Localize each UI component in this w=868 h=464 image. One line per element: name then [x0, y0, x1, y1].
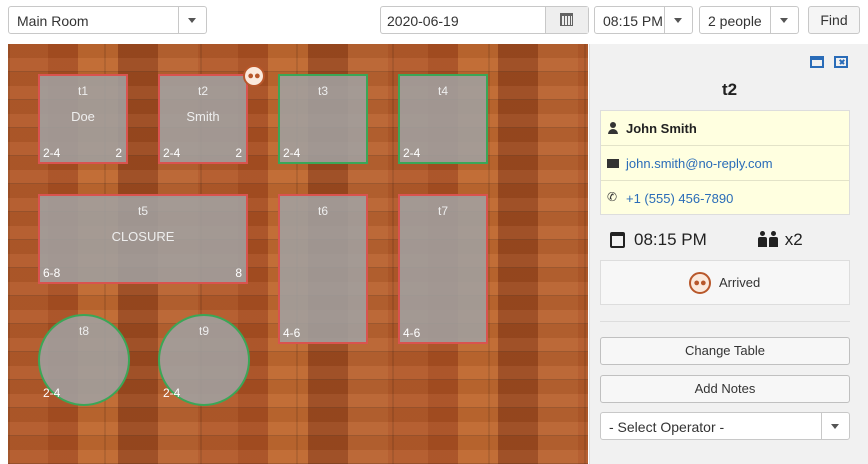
guest-name-row: John Smith [601, 111, 849, 146]
table-capacity: 4-6 [403, 326, 421, 340]
divider [600, 321, 850, 322]
table-guest: CLOSURE [111, 229, 175, 244]
guest-info: John Smith john.smith@no-reply.com ✆ +1 … [600, 110, 850, 215]
table-capacity: 2-4 [43, 146, 61, 160]
table-t9[interactable]: t9 2-4 [158, 314, 250, 406]
reservation-party: x2 [758, 230, 803, 250]
room-select[interactable]: Main Room [8, 6, 207, 34]
operator-select-value: - Select Operator - [609, 419, 725, 435]
table-name: t7 [437, 204, 448, 218]
chevron-down-icon [674, 18, 682, 23]
table-t4[interactable]: t4 2-4 [398, 74, 488, 164]
room-select-value: Main Room [17, 13, 89, 29]
operator-select[interactable]: - Select Operator - [600, 412, 850, 440]
time-select-toggle[interactable] [664, 7, 692, 33]
status-label: Arrived [719, 275, 761, 290]
table-name: t3 [317, 84, 328, 98]
table-name: t4 [437, 84, 448, 98]
table-name: t9 [198, 324, 209, 338]
table-guest: Smith [186, 109, 220, 124]
reservation-time-value: 08:15 PM [634, 230, 707, 249]
table-t1[interactable]: t1 Doe 2-4 2 [38, 74, 128, 164]
room-select-toggle[interactable] [178, 7, 206, 33]
table-capacity: 2-4 [163, 386, 181, 400]
table-t3[interactable]: t3 2-4 [278, 74, 368, 164]
maximize-icon[interactable] [810, 56, 824, 68]
table-guest-count: 2 [115, 146, 122, 160]
close-icon[interactable] [834, 56, 848, 68]
guest-phone-row: ✆ +1 (555) 456-7890 [601, 181, 849, 216]
chevron-down-icon [780, 18, 788, 23]
party-size-select[interactable]: 2 people [699, 6, 799, 34]
calendar-icon [560, 13, 573, 26]
chevron-down-icon [831, 424, 839, 429]
envelope-icon [607, 159, 619, 168]
status-button[interactable]: ●● Arrived [600, 260, 850, 305]
guest-email-row: john.smith@no-reply.com [601, 146, 849, 181]
reservation-time: 08:15 PM [610, 230, 707, 250]
floor-plan: t1 Doe 2-4 2 t2 Smith 2-4 2 ●● t3 2-4 t4… [8, 44, 588, 464]
table-t7[interactable]: t7 4-6 [398, 194, 488, 344]
table-guest-count: 2 [235, 146, 242, 160]
toolbar: Main Room 2020-06-19 08:15 PM 2 people F… [0, 0, 868, 40]
chevron-down-icon [188, 18, 196, 23]
operator-select-toggle[interactable] [821, 413, 849, 439]
table-name: t1 [77, 84, 88, 98]
party-size-toggle[interactable] [770, 7, 798, 33]
phone-icon: ✆ [607, 190, 618, 204]
party-size-value: 2 people [708, 13, 762, 29]
table-capacity: 2-4 [403, 146, 421, 160]
party-size-value: x2 [784, 230, 803, 249]
time-select[interactable]: 08:15 PM [594, 6, 693, 34]
table-name: t2 [197, 84, 208, 98]
find-button[interactable]: Find [808, 6, 860, 34]
table-name: t8 [78, 324, 89, 338]
person-icon [758, 231, 767, 247]
date-field[interactable]: 2020-06-19 [380, 6, 589, 34]
add-notes-button[interactable]: Add Notes [600, 375, 850, 403]
change-table-button[interactable]: Change Table [600, 337, 850, 365]
person-icon [769, 231, 778, 247]
table-capacity: 2-4 [283, 146, 301, 160]
calendar-button[interactable] [545, 7, 588, 33]
panel-title: t2 [721, 80, 738, 99]
guest-email-link[interactable]: john.smith@no-reply.com [626, 156, 773, 171]
table-capacity: 2-4 [163, 146, 181, 160]
table-guest-count: 8 [235, 266, 242, 280]
table-capacity: 2-4 [43, 386, 61, 400]
reservation-panel: t2 John Smith john.smith@no-reply.com ✆ … [589, 44, 868, 464]
guest-phone-link[interactable]: +1 (555) 456-7890 [626, 191, 733, 206]
table-capacity: 6-8 [43, 266, 61, 280]
arrived-icon: ●● [689, 272, 711, 294]
table-capacity: 4-6 [283, 326, 301, 340]
guest-name: John Smith [626, 121, 697, 136]
time-select-value: 08:15 PM [603, 13, 663, 29]
table-name: t5 [137, 204, 148, 218]
table-t5[interactable]: t5 CLOSURE 6-8 8 [38, 194, 248, 284]
table-t6[interactable]: t6 4-6 [278, 194, 368, 344]
table-t8[interactable]: t8 2-4 [38, 314, 130, 406]
table-t2[interactable]: t2 Smith 2-4 2 [158, 74, 248, 164]
date-field-value: 2020-06-19 [387, 13, 459, 29]
arrived-icon: ●● [243, 65, 265, 87]
table-guest: Doe [71, 109, 95, 124]
table-name: t6 [317, 204, 328, 218]
user-icon [607, 122, 619, 134]
